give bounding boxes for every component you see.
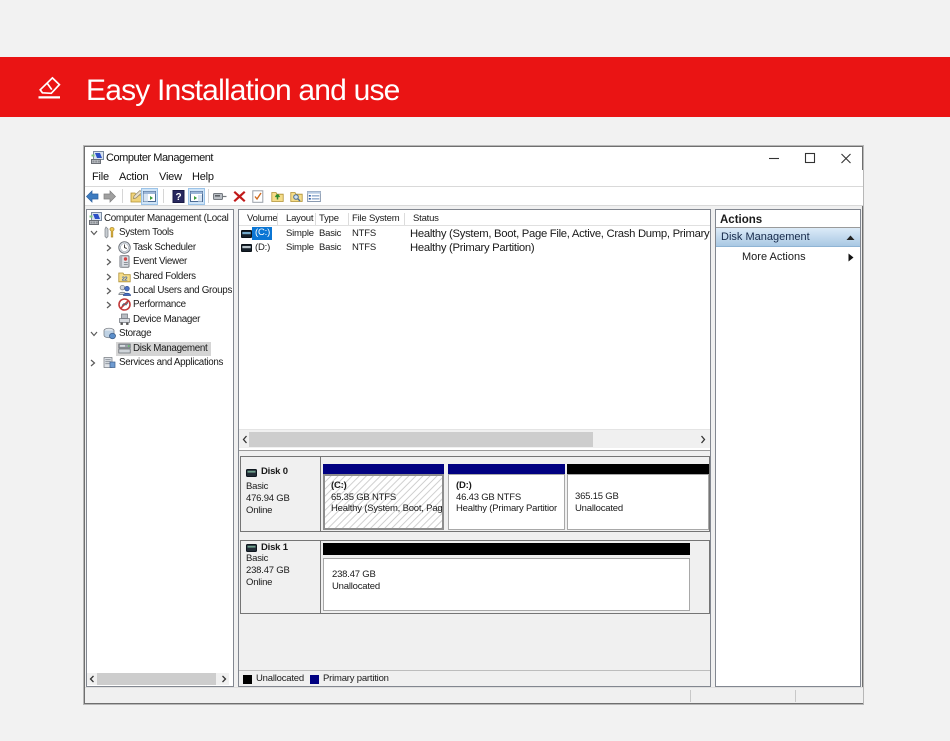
svg-text:22: 22 — [122, 276, 128, 282]
svg-text:?: ? — [175, 192, 181, 203]
